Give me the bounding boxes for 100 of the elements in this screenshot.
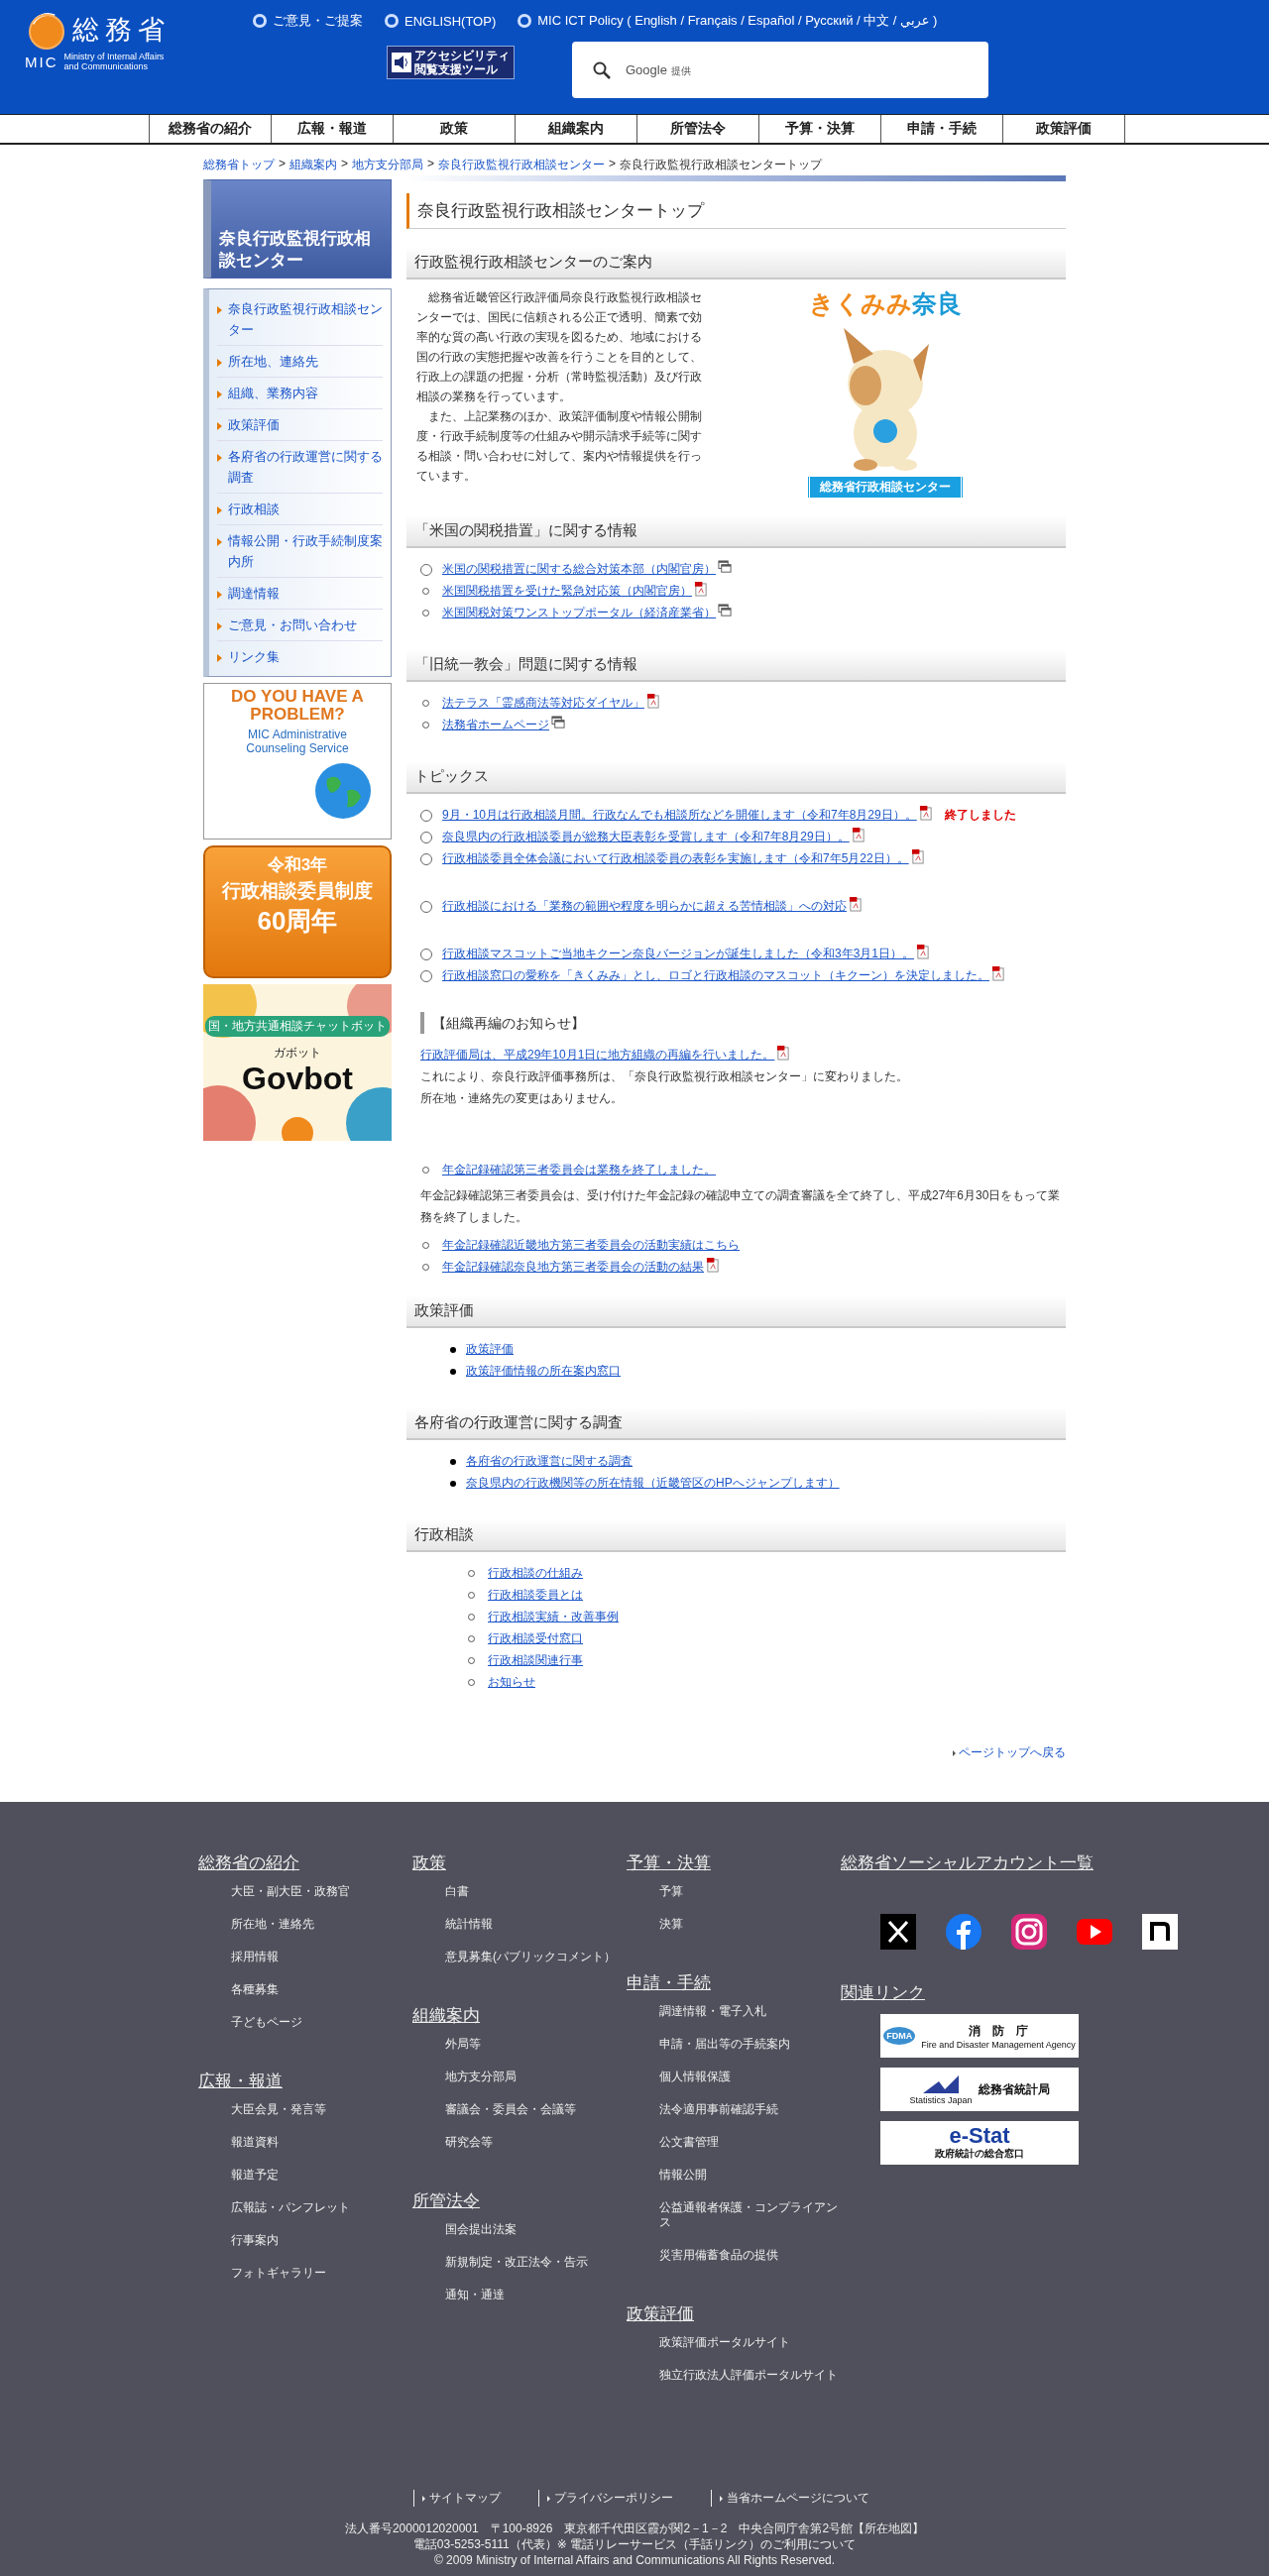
footer-bottom-link[interactable]: プライバシーポリシー [538, 2490, 689, 2507]
footer-link[interactable]: 統計情報 [445, 1917, 627, 1932]
link[interactable]: 各府省の行政運営に関する調査 [466, 1454, 633, 1468]
nav-tab[interactable]: 所管法令 [636, 115, 758, 143]
nav-tab[interactable]: 政策評価 [1002, 115, 1125, 143]
link[interactable]: 法テラス「霊感商法等対応ダイヤル」 [442, 696, 644, 710]
search-field[interactable]: Google 提供 [572, 42, 988, 98]
footer-heading-link[interactable]: 申請・手続 [627, 1969, 841, 1996]
link[interactable]: 政策評価 [466, 1342, 514, 1356]
statistics-banner[interactable]: Statistics Japan 総務省統計局 [880, 2068, 1079, 2111]
footer-heading-link[interactable]: 政策 [412, 1849, 627, 1876]
link[interactable]: 行政相談委員とは [488, 1588, 583, 1602]
footer-link[interactable]: 外局等 [445, 2037, 627, 2052]
footer-link[interactable]: 情報公開 [659, 2168, 841, 2183]
footer-heading-link[interactable]: 政策評価 [627, 2300, 841, 2327]
link[interactable]: お知らせ [488, 1675, 535, 1689]
footer-heading-link[interactable]: 広報・報道 [198, 2068, 412, 2094]
footer-link[interactable]: 広報誌・パンフレット [231, 2200, 412, 2215]
footer-heading-link[interactable]: 関連リンク [841, 1979, 1188, 2006]
link[interactable]: 奈良県内の行政相談委員が総務大臣表彰を受賞します（令和7年8月29日）。 [442, 830, 850, 843]
sidebar-link[interactable]: ご意見・お問い合わせ [228, 615, 357, 635]
footer-link[interactable]: 新規制定・改正法令・告示 [445, 2255, 627, 2270]
footer-link[interactable]: 報道資料 [231, 2135, 412, 2150]
header-link[interactable]: ENGLISH(TOP) [385, 12, 497, 30]
link[interactable]: 行政相談実績・改善事例 [488, 1610, 619, 1624]
footer-link[interactable]: 審議会・委員会・会議等 [445, 2102, 627, 2117]
link[interactable]: 年金記録確認第三者委員会は業務を終了しました。 [442, 1163, 716, 1176]
footer-link[interactable]: 調達情報・電子入札 [659, 2004, 841, 2019]
footer-link[interactable]: フォトギャラリー [231, 2266, 412, 2281]
footer-link[interactable]: 国会提出法案 [445, 2222, 627, 2237]
n-logo-icon[interactable] [1142, 1914, 1178, 1950]
footer-link[interactable]: 各種募集 [231, 1982, 412, 1997]
nav-tab[interactable]: 総務省の紹介 [149, 115, 271, 143]
breadcrumb-link[interactable]: 奈良行政監視行政相談センター [438, 157, 606, 173]
footer-link[interactable]: 公益通報者保護・コンプライアンス [659, 2200, 841, 2230]
sidebar-link[interactable]: 調達情報 [228, 583, 280, 604]
camera-icon[interactable] [1011, 1914, 1047, 1950]
footer-heading-link[interactable]: 予算・決算 [627, 1849, 841, 1876]
agency-banner[interactable]: FDMA 消 防 庁 Fire and Disaster Management Agency [880, 2014, 1079, 2058]
footer-link[interactable]: 法令適用事前確認手続 [659, 2102, 841, 2117]
breadcrumb-link[interactable]: 組織案内 [289, 157, 337, 173]
link[interactable]: 行政相談における「業務の範囲や程度を明らかに超える苦情相談」への対応 [442, 899, 847, 913]
footer-link[interactable]: 報道予定 [231, 2168, 412, 2183]
link[interactable]: 行政評価局は、平成29年10月1日に地方組織の再編を行いました。 [420, 1048, 775, 1062]
link[interactable]: 行政相談の仕組み [488, 1566, 583, 1580]
f-logo-icon[interactable] [946, 1914, 981, 1950]
nav-tab[interactable]: 組織案内 [515, 115, 636, 143]
sidebar-link[interactable]: リンク集 [228, 646, 280, 667]
footer-heading-link[interactable]: 総務省の紹介 [198, 1849, 412, 1876]
link[interactable]: 行政相談受付窓口 [488, 1631, 583, 1645]
breadcrumb-link[interactable]: 総務省トップ [203, 157, 275, 173]
sidebar-link[interactable]: 奈良行政監視行政相談センター [228, 298, 383, 340]
nav-tab[interactable]: 申請・手続 [880, 115, 1002, 143]
footer-link[interactable]: 研究会等 [445, 2135, 627, 2150]
link[interactable]: 政策評価情報の所在案内窓口 [466, 1364, 621, 1378]
footer-link[interactable]: 採用情報 [231, 1950, 412, 1964]
footer-bottom-link[interactable]: 当省ホームページについて [711, 2490, 885, 2507]
footer-link[interactable]: 地方支分部局 [445, 2070, 627, 2084]
counseling-banner[interactable]: DO YOU HAVE A PROBLEM? MIC Administrative Counseling Service [203, 683, 392, 840]
accessibility-tool-button[interactable]: アクセシビリティ 閲覧支援ツール [387, 46, 515, 79]
footer-link[interactable]: 白書 [445, 1884, 627, 1899]
footer-heading-link[interactable]: 総務省ソーシャルアカウント一覧 [841, 1849, 1188, 1876]
link[interactable]: 行政相談マスコットご当地キクーン奈良バージョンが誕生しました（令和3年3月1日）。 [442, 947, 915, 960]
header-link[interactable]: MIC ICT Policy ( English / Français / Español / Русский / 中文 / عربي ) [518, 12, 938, 30]
chatbot-banner[interactable]: 国・地方共通相談チャットボット ガボット Govbot [203, 984, 392, 1141]
page-top-link[interactable]: ページトップへ戻る [959, 1744, 1066, 1761]
link[interactable]: 行政相談関連行事 [488, 1653, 583, 1667]
link[interactable]: 9月・10月は行政相談月間。行政なんでも相談所などを開催します（令和7年8月29日）。 [442, 808, 917, 822]
footer-link[interactable]: 大臣・副大臣・政務官 [231, 1884, 412, 1899]
footer-link[interactable]: 子どもページ [231, 2015, 412, 2030]
footer-link[interactable]: 政策評価ポータルサイト [659, 2335, 841, 2350]
link[interactable]: 行政相談窓口の愛称を「きくみみ」とし、ロゴと行政相談のマスコット（キクーン）を決定しました。 [442, 968, 989, 982]
map-link[interactable]: 所在地図 [865, 2521, 913, 2535]
sidebar-link[interactable]: 行政相談 [228, 499, 280, 519]
nav-tab[interactable]: 政策 [393, 115, 515, 143]
x-logo-icon[interactable] [880, 1914, 916, 1950]
footer-link[interactable]: 独立行政法人評価ポータルサイト [659, 2368, 841, 2383]
breadcrumb-link[interactable]: 地方支分部局 [352, 157, 424, 173]
footer-heading-link[interactable]: 所管法令 [412, 2187, 627, 2214]
footer-link[interactable]: 通知・通達 [445, 2288, 627, 2302]
nav-tab[interactable]: 予算・決算 [758, 115, 880, 143]
header-link[interactable]: ご意見・ご提案 [253, 12, 363, 30]
sidebar-link[interactable]: 各府省の行政運営に関する調査 [228, 446, 383, 488]
nav-tab[interactable]: 広報・報道 [271, 115, 393, 143]
footer-heading-link[interactable]: 組織案内 [412, 2002, 627, 2029]
sidebar-link[interactable]: 組織、業務内容 [228, 383, 318, 403]
footer-link[interactable]: 予算 [659, 1884, 841, 1899]
link[interactable]: 行政相談委員全体会議において行政相談委員の表彰を実施します（令和7年5月22日）。 [442, 851, 909, 865]
link[interactable]: 奈良県内の行政機関等の所在情報（近畿管区のHPへジャンプします） [466, 1476, 840, 1490]
link[interactable]: 年金記録確認近畿地方第三者委員会の活動実績はこちら [442, 1238, 740, 1252]
link[interactable]: 米国の関税措置に関する総合対策本部（内閣官房） [442, 562, 716, 576]
sidebar-link[interactable]: 所在地、連絡先 [228, 351, 318, 372]
footer-link[interactable]: 個人情報保護 [659, 2070, 841, 2084]
footer-link[interactable]: 大臣会見・発言等 [231, 2102, 412, 2117]
footer-link[interactable]: 所在地・連絡先 [231, 1917, 412, 1932]
link[interactable]: 米国関税措置を受けた緊急対応策（内閣官房） [442, 584, 692, 598]
footer-link[interactable]: 意見募集(パブリックコメント） [445, 1950, 627, 1964]
estat-banner[interactable]: e-Stat 政府統計の総合窓口 [880, 2121, 1079, 2165]
footer-link[interactable]: 決算 [659, 1917, 841, 1932]
link[interactable]: 法務省ホームページ [442, 718, 549, 731]
